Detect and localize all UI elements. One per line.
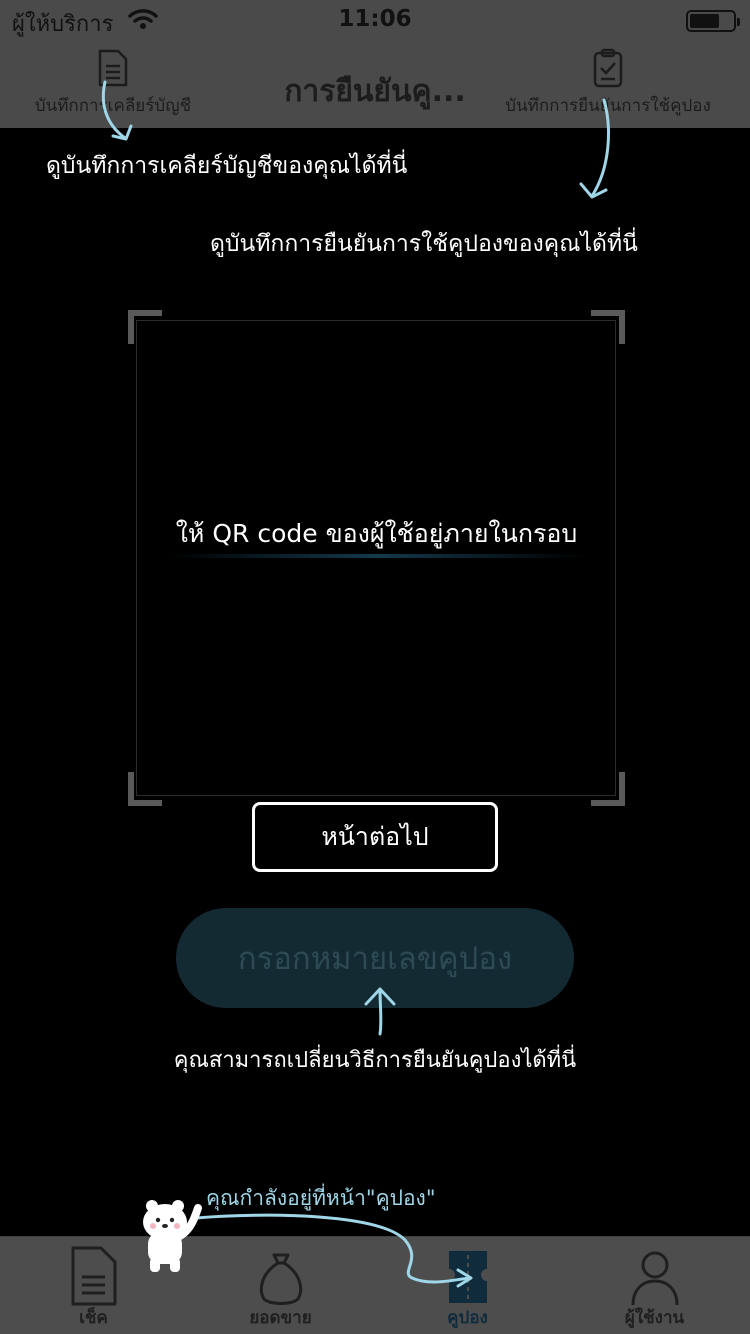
battery-icon	[686, 10, 740, 32]
hint-change-method: คุณสามารถเปลี่ยนวิธีการยืนยันคูปองได้ที่…	[173, 1048, 577, 1073]
clipboard-check-icon	[593, 48, 623, 88]
next-button[interactable]: หน้าต่อไป	[252, 802, 498, 872]
tab-label: คูปอง	[447, 1308, 488, 1328]
mascot-bear-icon	[143, 1200, 202, 1272]
tab-label: ยอดขาย	[249, 1308, 312, 1328]
qr-scanner-frame: ให้ QR code ของผู้ใช้อยู่ภายในกรอบ	[128, 310, 625, 806]
document-icon	[71, 1246, 116, 1306]
hint-coupon-records: ดูบันทึกการยืนยันการใช้คูปองของคุณได้ที่…	[210, 231, 638, 257]
scan-line	[168, 554, 585, 558]
scan-instruction: ให้ QR code ของผู้ใช้อยู่ภายในกรอบ	[175, 519, 578, 548]
user-icon	[631, 1251, 678, 1306]
status-bar: ผู้ให้บริการ 11:06	[0, 0, 750, 40]
hint-clear-records: ดูบันทึกการเคลียร์บัญชีของคุณได้ที่นี่	[46, 153, 408, 179]
tab-label: ผู้ใช้งาน	[624, 1308, 685, 1328]
hint-arrow-left	[101, 80, 133, 141]
hint-arrow-right	[579, 98, 610, 199]
hint-arrow-up	[364, 987, 396, 1036]
tab-users[interactable]: ผู้ใช้งาน	[561, 1237, 748, 1334]
tab-label: เช็ค	[79, 1308, 108, 1328]
frame-corner	[128, 310, 162, 344]
frame-corner	[128, 772, 162, 806]
frame-corner	[591, 310, 625, 344]
battery-level	[690, 14, 720, 28]
status-time: 11:06	[338, 6, 412, 32]
hint-arrow-curve	[194, 1213, 473, 1288]
frame-corner	[591, 772, 625, 806]
camera-preview	[136, 320, 616, 796]
